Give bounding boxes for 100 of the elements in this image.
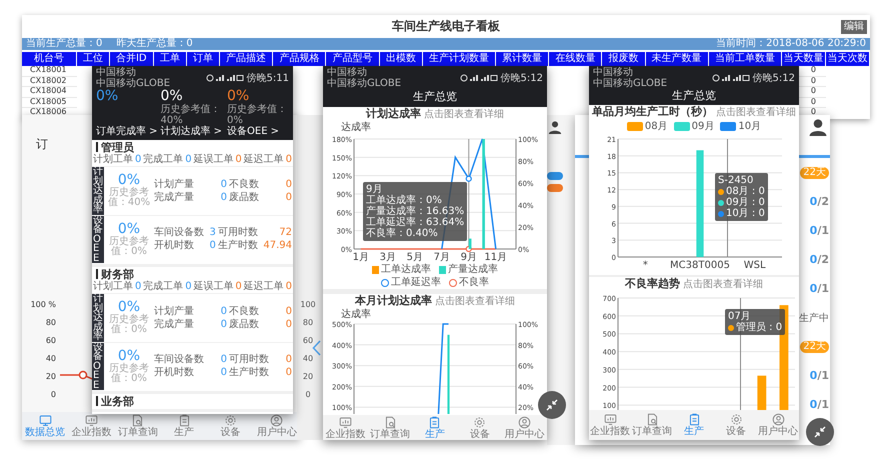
history-value: 历史参考值：0% (108, 315, 150, 336)
chart-title: 单品月均生产工时（秒） (592, 105, 713, 119)
chart-hint[interactable]: 点击图表查看详细 (424, 108, 504, 122)
carrier-text: 中国移动GLOBE (96, 78, 170, 88)
edit-button[interactable]: 编辑 (841, 20, 867, 34)
chevron-left-icon[interactable] (312, 340, 321, 356)
user-icon[interactable] (808, 118, 828, 136)
stat-label: 完成产量 (154, 192, 195, 203)
column-header: 产品描述 (220, 52, 274, 66)
tab[interactable]: 生产 (412, 415, 458, 440)
rate-value: 0% (118, 173, 140, 188)
chart-title: 本月计划达成率 (355, 294, 432, 308)
tooltip-text: 工单延迟率：63.64% (366, 217, 464, 228)
chart-hint[interactable]: 点击图表查看详细 (683, 278, 763, 292)
kpi-link[interactable]: 计划达成率 > (160, 126, 222, 138)
legend-label[interactable]: 09月 (692, 120, 714, 133)
legend-label[interactable]: 08月 (644, 120, 668, 133)
stat-label: 废品数 (229, 318, 260, 330)
current-time: 当前时间：2018-08-06 20:29:0 (716, 38, 866, 50)
axis-label: 60 (302, 335, 314, 347)
legend-label[interactable]: 产量达成率 (448, 263, 498, 276)
tab[interactable]: 企业指数 (68, 412, 115, 440)
history-value: 历史参考值：0% (108, 236, 150, 257)
carrier-text: 中国移动 (593, 66, 634, 78)
user-icon (518, 416, 532, 428)
total-text: 当前生产总量：0 (26, 38, 102, 50)
tag-shape (547, 172, 563, 180)
tab[interactable]: 生产 (673, 410, 715, 440)
tab[interactable]: 订单查询 (368, 415, 413, 440)
section-title: 业务部 (101, 394, 134, 408)
stat-value: 0 (235, 154, 242, 166)
axis-label: 9月 (460, 252, 477, 263)
axis-label: 40 (302, 353, 314, 365)
table-cell: CX18002 (22, 76, 77, 87)
stat-label: 生产时数 (229, 367, 270, 378)
tab[interactable]: 用户中心 (757, 410, 799, 440)
tab[interactable]: 设备 (457, 415, 502, 440)
kpi-link[interactable]: 订单完成率 > (96, 126, 156, 138)
tooltip-text: 工单达成率：0% (366, 195, 442, 206)
tab[interactable]: 生产 (160, 412, 208, 440)
clock-time: 傍晚5:12 (500, 72, 543, 84)
rate-value: 0% (118, 222, 140, 237)
kpi-link[interactable]: 设备OEE > (227, 126, 289, 138)
axis-label: 80 (46, 317, 56, 329)
legend-label[interactable]: 工单延迟率 (391, 276, 441, 289)
progress-count: 0/1 (810, 282, 829, 295)
tooltip-title: 07月 (728, 311, 752, 322)
axis-label: 20 (46, 371, 56, 383)
axis-label: 60 (46, 335, 56, 347)
stat-label: 完成工单 (143, 281, 184, 293)
tab[interactable]: 企业指数 (589, 410, 631, 440)
status-icons (460, 74, 498, 82)
tab[interactable]: 用户中心 (502, 415, 547, 440)
stat-value: 0 (284, 306, 292, 317)
axis-label: 3月 (380, 252, 396, 263)
legend-label[interactable]: 工单达成率 (381, 263, 431, 276)
stat-value: 0 (220, 306, 227, 317)
gear-icon (224, 414, 237, 427)
status-icons (712, 74, 750, 82)
tab[interactable]: 设备 (715, 410, 757, 440)
progress-count: 0/2 (810, 195, 829, 208)
legend-label[interactable]: 不良率 (459, 276, 489, 289)
axis-label: 11月 (484, 252, 508, 263)
block-label: 计划达成率 (92, 294, 104, 342)
stat-value: 0 (185, 154, 192, 166)
doc-search-icon (131, 414, 144, 427)
axis-label: 100 % (30, 299, 56, 311)
stat-value: 0 (286, 281, 292, 293)
stat-label: 可用时数 (229, 354, 270, 366)
axis-label: 7月 (434, 252, 450, 263)
stat-label: 车间设备数 (154, 227, 205, 238)
history-value: 历史参考值：40% (160, 104, 222, 126)
axis-title: 达成率 (340, 309, 372, 320)
legend-label[interactable]: 10月 (738, 120, 762, 133)
axis-label: 20 (302, 371, 314, 383)
block-label: 设备OEE (92, 216, 104, 263)
tab[interactable]: 数据总览 (22, 412, 68, 440)
chart-hint[interactable]: 点击图表查看详细 (435, 295, 515, 309)
gear-icon (730, 413, 742, 426)
status-text: 生产中 (799, 312, 829, 324)
table-cell: CX18005 (22, 98, 77, 108)
stat-label: 计划产量 (154, 178, 195, 190)
tab[interactable]: 用户中心 (254, 412, 300, 440)
stat-value: 0 (220, 367, 227, 378)
tab[interactable]: 设备 (207, 412, 254, 440)
tab[interactable]: 企业指数 (323, 415, 368, 440)
status-icons (206, 74, 244, 82)
column-header: 工单 (154, 52, 187, 66)
carrier-text: 中国移动GLOBE (593, 78, 668, 88)
user-icon (772, 413, 784, 426)
stat-value: 0 (284, 178, 292, 190)
tab[interactable]: 订单查询 (114, 412, 161, 440)
clock-time: 傍晚5:11 (246, 72, 289, 84)
days-badge: 22天 (800, 166, 829, 178)
tab[interactable]: 订单查询 (631, 410, 673, 440)
chart-monitor-icon (84, 414, 98, 427)
stat-value: 0 (284, 192, 292, 203)
user-icon[interactable] (548, 120, 562, 134)
page-heading: 订 (36, 137, 48, 151)
stat-label: 废品数 (229, 192, 260, 203)
